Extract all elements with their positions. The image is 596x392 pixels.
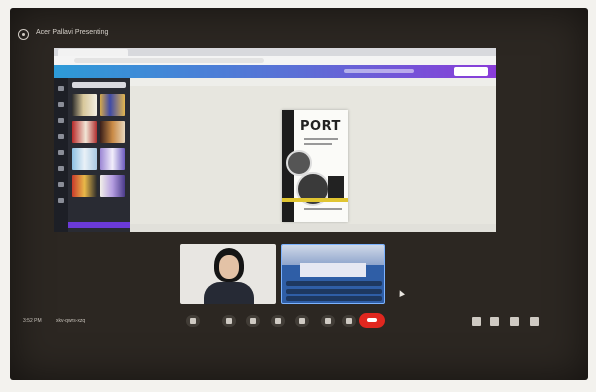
template-thumbnail[interactable] bbox=[100, 148, 125, 170]
poster-text-line bbox=[304, 138, 338, 140]
raise-hand-button[interactable] bbox=[321, 315, 335, 327]
shared-screen-window: PORT bbox=[54, 48, 496, 232]
end-call-icon bbox=[367, 318, 377, 322]
template-thumbnail[interactable] bbox=[100, 94, 125, 116]
present-button[interactable] bbox=[295, 315, 309, 327]
participant-tile-room[interactable] bbox=[281, 244, 385, 304]
participant-body bbox=[204, 282, 254, 304]
room-seat-row bbox=[286, 296, 382, 301]
design-icon[interactable] bbox=[58, 86, 64, 91]
activities-icon[interactable] bbox=[530, 317, 539, 326]
template-thumbnail[interactable] bbox=[72, 175, 97, 197]
template-panel bbox=[68, 78, 130, 232]
emoji-icon bbox=[275, 318, 281, 324]
room-ceiling bbox=[282, 245, 384, 265]
room-seat-row bbox=[286, 281, 382, 286]
poster-design[interactable]: PORT bbox=[282, 110, 348, 222]
brand-icon[interactable] bbox=[58, 134, 64, 139]
mic-icon bbox=[190, 318, 196, 324]
panel-footer-strip bbox=[68, 222, 130, 228]
poster-text-line bbox=[304, 208, 342, 210]
template-thumbnail[interactable] bbox=[100, 121, 125, 143]
participant-tile-self[interactable] bbox=[180, 244, 276, 304]
text-icon[interactable] bbox=[58, 118, 64, 123]
editor-canvas[interactable]: PORT bbox=[130, 78, 496, 232]
camera-button[interactable] bbox=[222, 315, 236, 327]
browser-tab-strip bbox=[54, 48, 496, 56]
info-icon[interactable] bbox=[472, 317, 481, 326]
more-options-button[interactable] bbox=[342, 315, 356, 327]
presenting-icon bbox=[18, 29, 29, 40]
editor-icon-rail bbox=[54, 78, 68, 232]
browser-tab[interactable] bbox=[58, 49, 128, 56]
template-search-input[interactable] bbox=[72, 82, 126, 88]
poster-accent-band bbox=[282, 198, 348, 202]
template-thumbnail[interactable] bbox=[72, 148, 97, 170]
room-seat-row bbox=[286, 289, 382, 294]
template-thumbnail[interactable] bbox=[72, 94, 97, 116]
captions-button[interactable] bbox=[246, 315, 260, 327]
poster-text-line bbox=[304, 143, 332, 145]
room-stage bbox=[300, 263, 366, 277]
canvas-footer bbox=[130, 224, 496, 232]
meeting-code: xkv-qwrs-xzq bbox=[56, 318, 86, 324]
chat-icon[interactable] bbox=[510, 317, 519, 326]
canvas-toolbar bbox=[130, 78, 496, 86]
more-icon bbox=[346, 318, 352, 324]
presenter-title: Acer Pallavi Presenting bbox=[36, 29, 109, 36]
projects-icon[interactable] bbox=[58, 182, 64, 187]
uploads-icon[interactable] bbox=[58, 150, 64, 155]
url-input[interactable] bbox=[74, 58, 264, 63]
participant-face bbox=[219, 255, 239, 279]
app-share-button[interactable] bbox=[454, 67, 488, 76]
present-icon bbox=[299, 318, 305, 324]
elements-icon[interactable] bbox=[58, 102, 64, 107]
browser-address-bar bbox=[54, 56, 496, 65]
apps-icon[interactable] bbox=[58, 198, 64, 203]
emoji-button[interactable] bbox=[271, 315, 285, 327]
mic-button[interactable] bbox=[186, 315, 200, 327]
camera-icon bbox=[226, 318, 232, 324]
meeting-title-bar: Acer Pallavi Presenting bbox=[12, 26, 552, 44]
meeting-time: 3:52 PM bbox=[23, 318, 42, 324]
poster-title: PORT bbox=[300, 119, 341, 134]
poster-dark-block bbox=[328, 176, 344, 198]
people-icon[interactable] bbox=[490, 317, 499, 326]
template-thumbnail[interactable] bbox=[72, 121, 97, 143]
template-thumbnail[interactable] bbox=[100, 175, 125, 197]
end-call-button[interactable] bbox=[359, 313, 385, 328]
draw-icon[interactable] bbox=[58, 166, 64, 171]
design-app-header bbox=[54, 65, 496, 78]
app-header-text bbox=[344, 69, 414, 73]
captions-icon bbox=[250, 318, 256, 324]
hand-icon bbox=[325, 318, 331, 324]
